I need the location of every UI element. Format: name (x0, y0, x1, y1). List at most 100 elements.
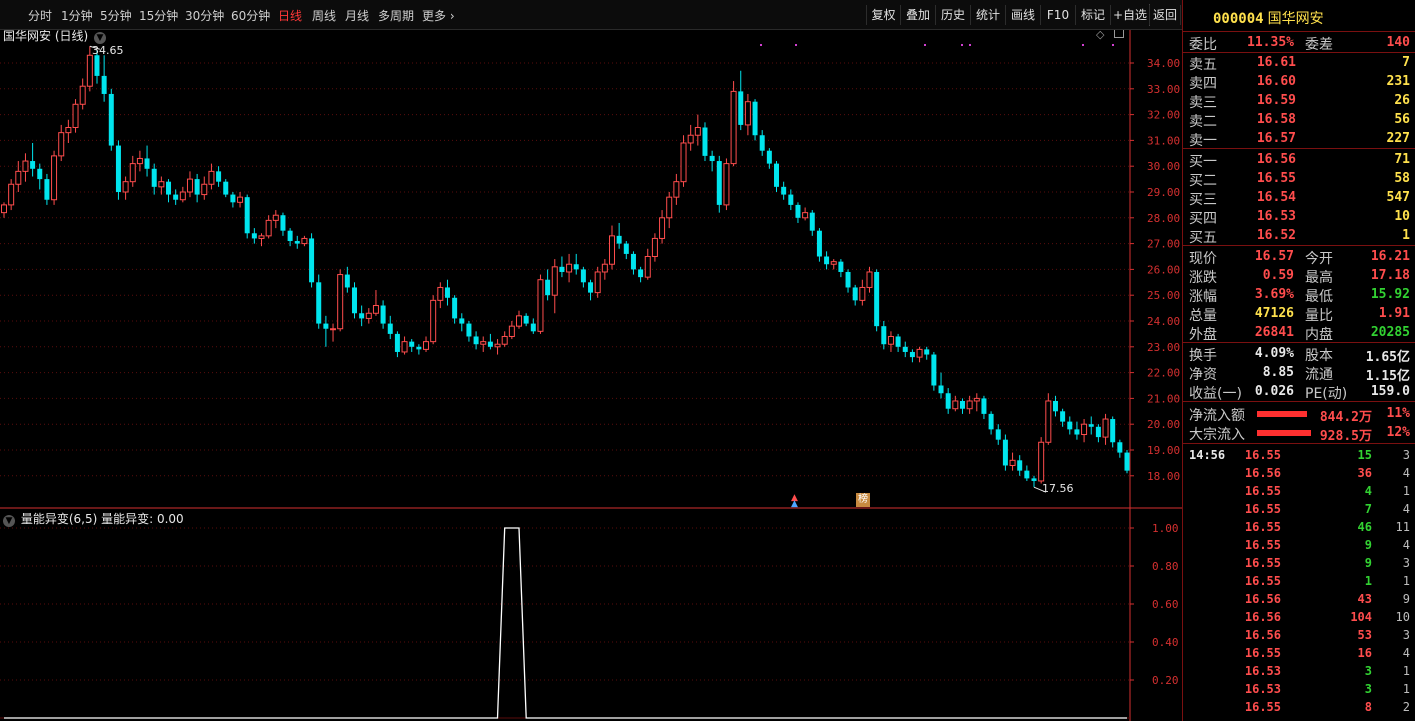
candle (1009, 452, 1016, 471)
bid-volume: 58 (1394, 171, 1410, 186)
candle (508, 321, 515, 340)
candle (1124, 450, 1130, 474)
price-tick-label: 25.00 (1147, 289, 1180, 302)
period-tab-more[interactable]: 更多 › (422, 7, 455, 24)
signal-dot (924, 44, 926, 46)
candle (608, 225, 615, 270)
tick-volume: 46 (1357, 520, 1372, 534)
bid-label: 买四 (1189, 211, 1217, 227)
period-tab-fenshi[interactable]: 分时 (28, 7, 52, 24)
price-tick-label: 21.00 (1147, 392, 1180, 405)
period-tab-weekly[interactable]: 周线 (312, 7, 336, 24)
button-zixuan[interactable]: +自选 (1110, 5, 1149, 25)
period-tab-5min[interactable]: 5分钟 (100, 7, 132, 24)
candle (687, 124, 694, 151)
candle-body (223, 181, 229, 195)
chevron-down-icon[interactable]: ▼ (3, 515, 15, 527)
period-tab-30min[interactable]: 30分钟 (185, 7, 224, 24)
signal-dot (961, 44, 963, 46)
button-biaoji[interactable]: 标记 (1075, 5, 1110, 25)
candle (251, 228, 257, 244)
stat-label: 最高 (1305, 270, 1333, 286)
tick-count: 3 (1402, 448, 1410, 462)
button-diejia[interactable]: 叠加 (900, 5, 935, 25)
button-huaxian[interactable]: 画线 (1005, 5, 1040, 25)
candle-body (680, 142, 687, 183)
button-tongji[interactable]: 统计 (970, 5, 1005, 25)
candle-body (401, 341, 408, 353)
candle-body (166, 181, 172, 195)
candle (144, 145, 150, 177)
stock-header: 000004 国华网安 (1213, 8, 1324, 28)
candle (931, 351, 937, 391)
candle (594, 266, 601, 298)
candle-body (938, 385, 944, 394)
candle (781, 181, 787, 200)
bid-label: 买五 (1189, 230, 1217, 246)
candle-body (365, 312, 372, 319)
candle-body (244, 197, 250, 234)
stat-label: 换手 (1189, 348, 1217, 364)
tick-count: 2 (1402, 700, 1410, 714)
button-fuquan[interactable]: 复权 (866, 5, 900, 25)
candle (186, 171, 193, 198)
candle (372, 290, 379, 316)
button-back[interactable]: 返回 (1149, 5, 1181, 25)
chevron-down-icon[interactable]: ▼ (94, 32, 107, 44)
tick-volume: 4 (1364, 484, 1372, 498)
candle (466, 321, 472, 342)
stat-row: 涨幅 3.69% 最低 15.92 (1183, 285, 1415, 305)
ask-label: 卖四 (1189, 76, 1217, 92)
button-f10[interactable]: F10 (1040, 5, 1075, 25)
candle (1095, 424, 1101, 443)
period-tab-60min[interactable]: 60分钟 (231, 7, 270, 24)
candle (1045, 393, 1052, 445)
ask-price: 16.57 (1256, 131, 1296, 146)
candle-body (65, 127, 72, 134)
candle (795, 202, 801, 223)
candle-body (79, 85, 86, 105)
period-tab-monthly[interactable]: 月线 (345, 7, 369, 24)
weicha-label: 委差 (1305, 37, 1333, 53)
candle-body (616, 235, 622, 244)
bid-row: 买三 16.54 547 (1183, 188, 1415, 208)
candle-body (1102, 418, 1109, 438)
tick-price: 16.55 (1244, 574, 1281, 588)
indicator-tick-label: 0.20 (1152, 674, 1179, 687)
ask-volume: 7 (1402, 55, 1410, 70)
ask-label: 卖一 (1189, 133, 1217, 149)
indicator-title[interactable]: ▼ 量能异变(6,5) 量能异变: 0.00 (3, 510, 184, 527)
candle (337, 269, 344, 332)
tick-row: 16.53 3 1 (1183, 662, 1415, 680)
candle-body (874, 271, 880, 327)
tick-row: 16.56 36 4 (1183, 464, 1415, 482)
divider (1183, 401, 1415, 402)
candle (559, 256, 565, 278)
rank-badge[interactable]: 榜 (856, 493, 870, 507)
tick-price: 16.56 (1244, 592, 1281, 606)
button-lishi[interactable]: 历史 (935, 5, 970, 25)
stat-label: 涨跌 (1189, 270, 1217, 286)
candle (973, 393, 980, 412)
candle-body (58, 132, 65, 157)
candle-body (173, 194, 179, 200)
kline-chart-area[interactable]: 18.00 19.00 20.00 21.00 22.00 23.00 24.00 25.00… (0, 0, 1182, 721)
candle (409, 339, 415, 352)
period-tab-multi[interactable]: 多周期 (378, 7, 414, 24)
stat-label: 流通 (1305, 367, 1333, 383)
candle (659, 210, 666, 244)
period-tab-daily[interactable]: 日线 (278, 7, 302, 24)
period-tab-15min[interactable]: 15分钟 (139, 7, 178, 24)
flow-row: 大宗流入 928.5万 12% (1183, 423, 1415, 444)
candle-body (802, 212, 809, 219)
candle (588, 279, 594, 301)
tick-row: 16.55 1 1 (1183, 572, 1415, 590)
period-tab-1min[interactable]: 1分钟 (61, 7, 93, 24)
candle (108, 88, 114, 151)
candle (666, 192, 673, 229)
candle-body (452, 297, 458, 319)
signal-dot (795, 44, 797, 46)
candle (895, 333, 901, 352)
candle (72, 99, 79, 133)
bid-price: 16.52 (1256, 228, 1296, 243)
